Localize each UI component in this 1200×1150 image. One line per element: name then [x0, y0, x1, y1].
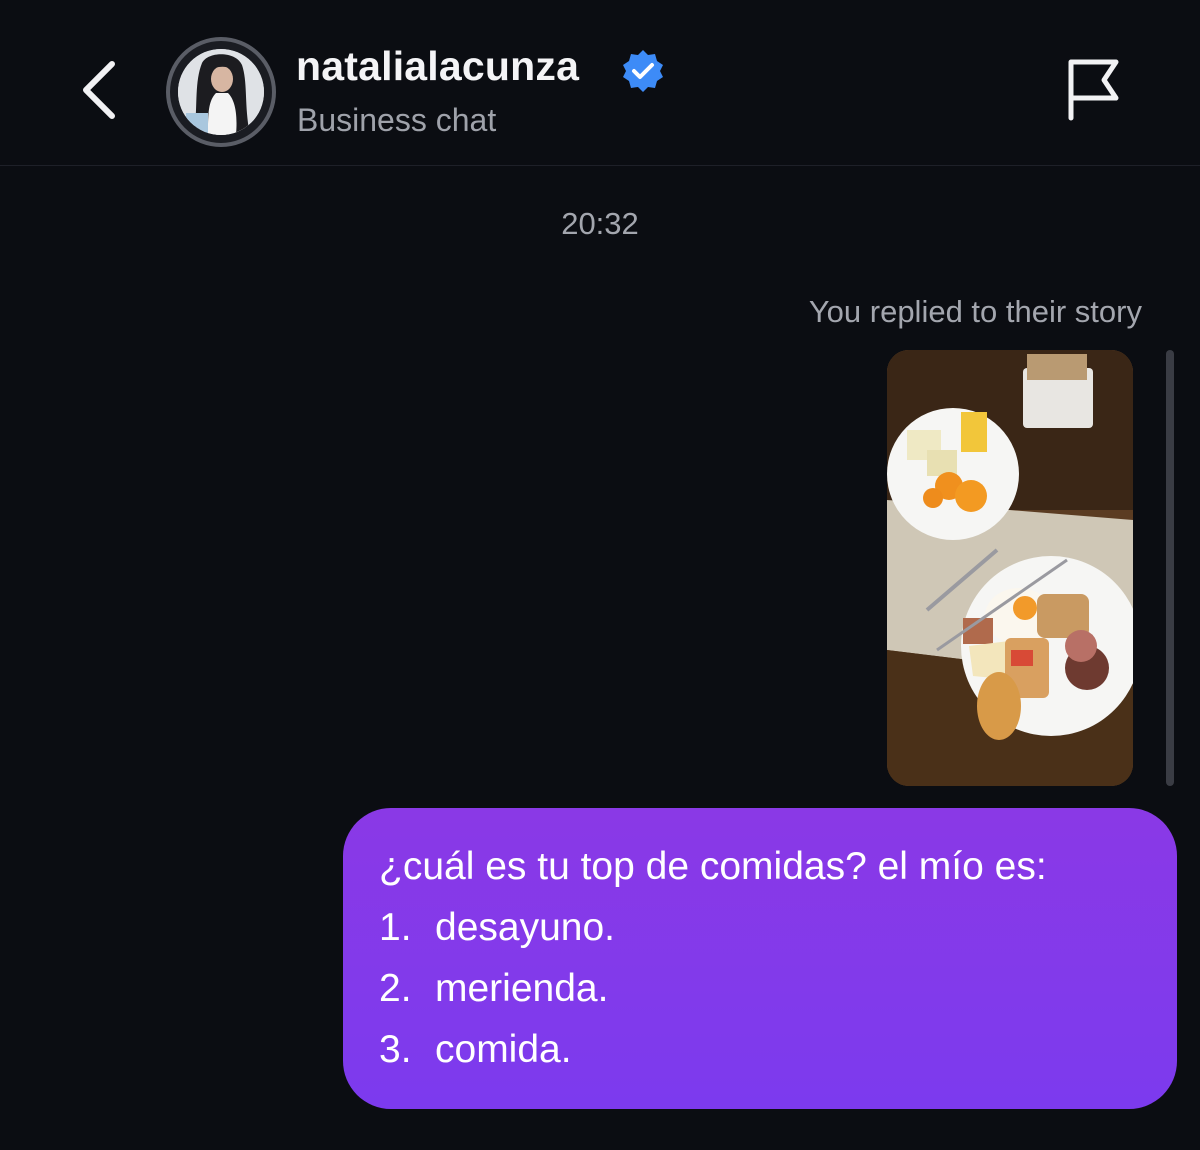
story-reply-label: You replied to their story — [808, 294, 1142, 329]
report-button[interactable] — [1062, 56, 1124, 122]
message-bubble[interactable]: ¿cuál es tu top de comidas? el mío es: 1… — [343, 808, 1177, 1109]
avatar-photo — [178, 49, 264, 135]
message-timestamp: 20:32 — [561, 206, 639, 241]
chat-header: natalialacunza Business chat — [0, 0, 1200, 166]
flag-icon — [1068, 59, 1119, 121]
verified-badge-icon — [623, 50, 663, 92]
list-item: 1. desayuno. — [379, 906, 615, 949]
chat-subtitle: Business chat — [297, 102, 497, 138]
reply-indicator-bar — [1166, 350, 1174, 786]
list-item: 3. comida. — [379, 1028, 572, 1071]
chat-username[interactable]: natalialacunza — [296, 41, 579, 91]
message-intro: ¿cuál es tu top de comidas? el mío es: — [379, 845, 1047, 888]
chevron-left-icon — [83, 61, 115, 119]
profile-avatar[interactable] — [166, 37, 276, 147]
list-item: 2. merienda. — [379, 967, 609, 1010]
story-thumbnail[interactable] — [887, 350, 1133, 786]
back-button[interactable] — [72, 58, 128, 122]
story-food-image — [887, 350, 1133, 786]
